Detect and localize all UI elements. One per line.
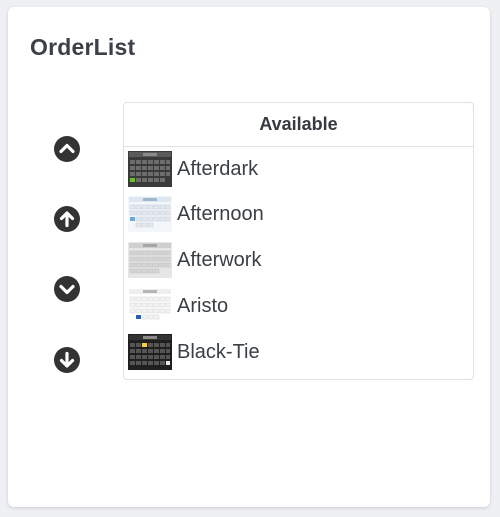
list-item[interactable]: Black-Tie — [124, 329, 473, 375]
chevron-circle-down-icon — [54, 276, 80, 302]
orderlist-listbox: Available Afterdark Afternoon Afterwork … — [123, 102, 474, 380]
move-bottom-button[interactable] — [52, 345, 82, 375]
item-label: Afterwork — [177, 248, 262, 271]
afterdark-theme-thumbnail — [128, 151, 172, 187]
item-label: Afternoon — [177, 202, 264, 225]
afterwork-theme-thumbnail — [128, 242, 172, 278]
arrow-circle-up-icon — [54, 206, 80, 232]
list-item[interactable]: Aristo — [124, 283, 473, 329]
list-items: Afterdark Afternoon Afterwork Aristo Bla… — [124, 147, 473, 375]
move-top-button[interactable] — [52, 134, 82, 164]
black-tie-theme-thumbnail — [128, 334, 172, 370]
aristo-theme-thumbnail — [128, 288, 172, 324]
arrow-circle-down-icon — [54, 347, 80, 373]
list-item[interactable]: Afterwork — [124, 237, 473, 283]
page-title: OrderList — [30, 34, 136, 60]
item-label: Black-Tie — [177, 340, 260, 363]
move-up-button[interactable] — [52, 204, 82, 234]
afternoon-theme-thumbnail — [128, 196, 172, 232]
list-item[interactable]: Afterdark — [124, 147, 473, 191]
orderlist-card: OrderList Available Afterdark Afternoon … — [8, 7, 490, 507]
chevron-circle-up-icon — [54, 136, 80, 162]
item-label: Aristo — [177, 294, 229, 317]
list-header: Available — [124, 103, 473, 147]
list-item[interactable]: Afternoon — [124, 191, 473, 237]
move-down-button[interactable] — [52, 274, 82, 304]
item-label: Afterdark — [177, 157, 259, 180]
